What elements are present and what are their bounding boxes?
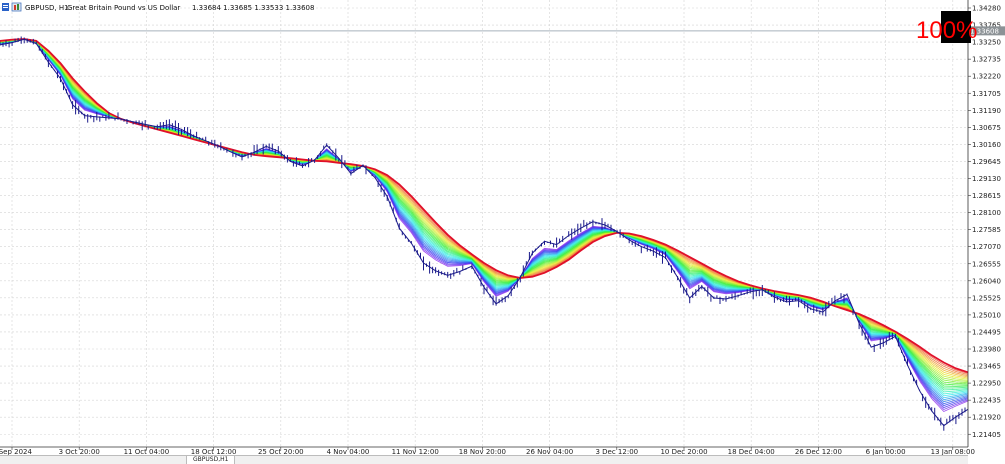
y-tick-label: 1.21920 — [972, 414, 1001, 422]
ribbon-line — [0, 38, 969, 389]
y-tick-label: 1.28100 — [972, 209, 1001, 217]
chart-header: GBPUSD, H1: Great Britain Pound vs US Do… — [2, 2, 314, 12]
ribbon-line — [0, 38, 969, 403]
ribbon-line — [0, 38, 969, 386]
header-symbol: GBPUSD, H1: — [25, 4, 71, 12]
header-ohlc: 1.33684 1.33685 1.33533 1.33608 — [192, 4, 314, 12]
y-tick-label: 1.22950 — [972, 380, 1001, 388]
ribbon-line — [0, 38, 969, 382]
y-tick-label: 1.30160 — [972, 141, 1001, 149]
ribbon-line — [0, 38, 969, 391]
y-tick-label: 1.32735 — [972, 56, 1001, 64]
y-tick-label: 1.26040 — [972, 277, 1001, 285]
y-tick-label: 1.34280 — [972, 5, 1001, 13]
ribbon-line — [0, 38, 969, 374]
y-tick-label: 1.29130 — [972, 175, 1001, 183]
y-tick-label: 1.28615 — [972, 192, 1001, 200]
y-tick-label: 1.23980 — [972, 346, 1001, 354]
ribbon-line — [0, 38, 969, 395]
price-line — [0, 38, 969, 427]
ribbon-line — [0, 38, 969, 409]
y-tick-label: 1.25525 — [972, 294, 1001, 302]
y-tick-label: 1.23465 — [972, 363, 1001, 371]
ribbon-line — [0, 38, 969, 413]
ribbon-line — [0, 38, 969, 381]
price-candles — [0, 36, 969, 431]
ribbon-line — [0, 38, 969, 373]
indicator-list-icon[interactable] — [2, 3, 9, 11]
y-tick-label: 1.30675 — [972, 124, 1001, 132]
y-tick-label: 1.32220 — [972, 73, 1001, 81]
y-tick-label: 1.27070 — [972, 243, 1001, 251]
ma-ribbon — [0, 38, 969, 413]
ribbon-line — [0, 38, 969, 397]
price-chart[interactable]: 1.342801.337651.332501.327351.322201.317… — [0, 0, 1005, 463]
ribbon-line — [0, 38, 969, 380]
header-description: Great Britain Pound vs US Dollar — [67, 4, 180, 12]
y-tick-label: 1.31705 — [972, 90, 1001, 98]
y-tick-label: 1.25010 — [972, 311, 1001, 319]
ribbon-line — [0, 38, 969, 411]
y-tick-label: 1.22435 — [972, 397, 1001, 405]
ribbon-line — [0, 38, 969, 377]
chart-window-icon[interactable] — [11, 2, 22, 12]
overlay-percent: 100% — [916, 17, 978, 44]
y-tick-label: 1.24495 — [972, 328, 1001, 336]
y-tick-label: 1.29645 — [972, 158, 1001, 166]
y-tick-label: 1.21405 — [972, 431, 1001, 439]
ribbon-line — [0, 38, 969, 393]
chart-grid — [0, 0, 968, 447]
y-tick-label: 1.31190 — [972, 107, 1001, 115]
ribbon-line — [0, 38, 969, 378]
slow-ma-line — [0, 38, 969, 374]
ribbon-line — [0, 38, 969, 384]
ribbon-line — [0, 38, 969, 407]
y-tick-label: 1.27585 — [972, 226, 1001, 234]
y-tick-label: 1.26555 — [972, 260, 1001, 268]
ribbon-line — [0, 38, 969, 379]
ribbon-line — [0, 38, 969, 376]
